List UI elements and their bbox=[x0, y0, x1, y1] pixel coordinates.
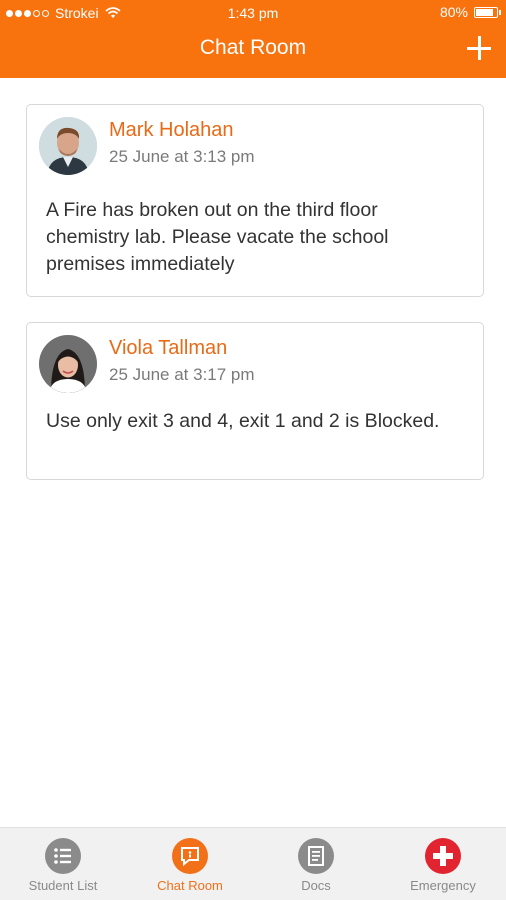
message-timestamp: 25 June at 3:13 pm bbox=[109, 147, 255, 166]
chat-list: Mark Holahan 25 June at 3:13 pm A Fire h… bbox=[0, 78, 506, 828]
battery-percent: 80% bbox=[439, 4, 468, 20]
avatar bbox=[39, 335, 97, 393]
avatar bbox=[39, 117, 97, 175]
status-bar: Strokei 1:43 pm 80% bbox=[0, 0, 506, 26]
tab-label: Student List bbox=[28, 878, 98, 893]
tab-chat-room[interactable]: Chat Room bbox=[127, 828, 253, 900]
add-message-button[interactable] bbox=[464, 33, 494, 63]
message-card[interactable]: Viola Tallman 25 June at 3:17 pm Use onl… bbox=[26, 322, 484, 480]
tab-student-list[interactable]: Student List bbox=[0, 828, 126, 900]
chat-icon bbox=[172, 838, 208, 874]
tab-label: Chat Room bbox=[157, 878, 223, 893]
user-avatar-icon bbox=[39, 335, 97, 393]
author-name: Viola Tallman bbox=[109, 337, 228, 359]
message-text: Use only exit 3 and 4, exit 1 and 2 is B… bbox=[46, 410, 440, 432]
document-icon bbox=[298, 838, 334, 874]
message-text: A Fire has broken out on the third floor… bbox=[46, 199, 389, 275]
tab-emergency[interactable]: Emergency bbox=[380, 828, 506, 900]
list-icon bbox=[45, 838, 81, 874]
author-name: Mark Holahan bbox=[109, 119, 234, 141]
status-time: 1:43 pm bbox=[227, 5, 279, 21]
battery-icon bbox=[474, 6, 501, 18]
message-card[interactable]: Mark Holahan 25 June at 3:13 pm A Fire h… bbox=[26, 104, 484, 297]
bottom-tab-bar: Student List Chat Room Docs Emergency bbox=[0, 827, 506, 900]
emergency-cross-icon bbox=[425, 838, 461, 874]
page-title: Chat Room bbox=[199, 36, 307, 59]
message-timestamp: 25 June at 3:17 pm bbox=[109, 365, 255, 384]
app-header: Strokei 1:43 pm 80% Chat Room bbox=[0, 0, 506, 78]
tab-label: Emergency bbox=[410, 878, 476, 893]
status-right: 80% bbox=[439, 4, 501, 20]
tab-docs[interactable]: Docs bbox=[253, 828, 379, 900]
tab-label: Docs bbox=[301, 878, 331, 893]
user-avatar-icon bbox=[39, 117, 97, 175]
